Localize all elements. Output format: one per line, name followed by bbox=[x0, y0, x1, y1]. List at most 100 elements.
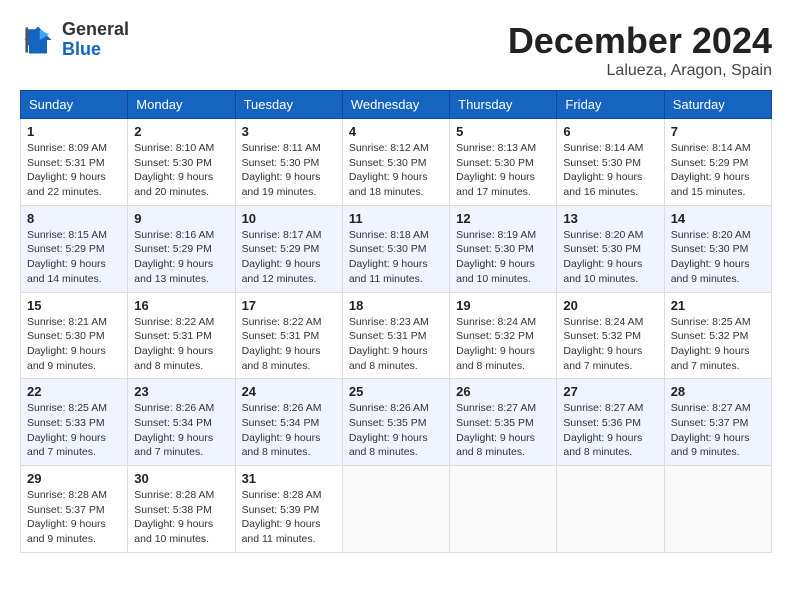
day-info: Sunrise: 8:28 AMSunset: 5:37 PMDaylight:… bbox=[27, 488, 121, 547]
day-number: 27 bbox=[563, 384, 657, 399]
day-info: Sunrise: 8:28 AMSunset: 5:39 PMDaylight:… bbox=[242, 488, 336, 547]
day-number: 15 bbox=[27, 298, 121, 313]
calendar-cell: 19Sunrise: 8:24 AMSunset: 5:32 PMDayligh… bbox=[450, 292, 557, 379]
day-number: 13 bbox=[563, 211, 657, 226]
weekday-row: SundayMondayTuesdayWednesdayThursdayFrid… bbox=[21, 91, 772, 119]
day-number: 10 bbox=[242, 211, 336, 226]
calendar-week-2: 8 Sunrise: 8:15 AMSunset: 5:29 PMDaylight… bbox=[21, 205, 772, 292]
day-info: Sunrise: 8:11 AMSunset: 5:30 PMDaylight:… bbox=[242, 141, 336, 200]
calendar-cell: 27 Sunrise: 8:27 AMSunset: 5:36 PMDayligh… bbox=[557, 379, 664, 466]
day-number: 18 bbox=[349, 298, 443, 313]
day-number: 8 bbox=[27, 211, 121, 226]
day-number: 12 bbox=[456, 211, 550, 226]
day-info: Sunrise: 8:10 AMSunset: 5:30 PMDaylight:… bbox=[134, 141, 228, 200]
day-info: Sunrise: 8:25 AMSunset: 5:33 PMDaylight:… bbox=[27, 401, 121, 460]
day-info: Sunrise: 8:09 AMSunset: 5:31 PMDaylight:… bbox=[27, 141, 121, 200]
day-info: Sunrise: 8:20 AMSunset: 5:30 PMDaylight:… bbox=[671, 228, 765, 287]
calendar-cell: 12 Sunrise: 8:19 AMSunset: 5:30 PMDayligh… bbox=[450, 205, 557, 292]
day-number: 5 bbox=[456, 124, 550, 139]
day-number: 30 bbox=[134, 471, 228, 486]
weekday-header-saturday: Saturday bbox=[664, 91, 771, 119]
weekday-header-thursday: Thursday bbox=[450, 91, 557, 119]
calendar-cell: 8 Sunrise: 8:15 AMSunset: 5:29 PMDaylight… bbox=[21, 205, 128, 292]
day-info: Sunrise: 8:14 AMSunset: 5:29 PMDaylight:… bbox=[671, 141, 765, 200]
title-block: December 2024 Lalueza, Aragon, Spain bbox=[508, 20, 772, 80]
page-header: General Blue December 2024 Lalueza, Arag… bbox=[20, 20, 772, 80]
day-number: 1 bbox=[27, 124, 121, 139]
calendar-cell: 5 Sunrise: 8:13 AMSunset: 5:30 PMDaylight… bbox=[450, 119, 557, 206]
day-number: 19 bbox=[456, 298, 550, 313]
day-info: Sunrise: 8:26 AMSunset: 5:34 PMDaylight:… bbox=[134, 401, 228, 460]
calendar-cell: 11Sunrise: 8:18 AMSunset: 5:30 PMDayligh… bbox=[342, 205, 449, 292]
day-number: 28 bbox=[671, 384, 765, 399]
calendar-cell: 17Sunrise: 8:22 AMSunset: 5:31 PMDayligh… bbox=[235, 292, 342, 379]
day-number: 20 bbox=[563, 298, 657, 313]
calendar-cell: 14 Sunrise: 8:20 AMSunset: 5:30 PMDayligh… bbox=[664, 205, 771, 292]
day-info: Sunrise: 8:16 AMSunset: 5:29 PMDaylight:… bbox=[134, 228, 228, 287]
calendar-cell: 28 Sunrise: 8:27 AMSunset: 5:37 PMDayligh… bbox=[664, 379, 771, 466]
day-number: 23 bbox=[134, 384, 228, 399]
logo: General Blue bbox=[20, 20, 129, 60]
day-info: Sunrise: 8:17 AMSunset: 5:29 PMDaylight:… bbox=[242, 228, 336, 287]
logo-blue: Blue bbox=[62, 40, 129, 60]
calendar-cell: 15 Sunrise: 8:21 AMSunset: 5:30 PMDayligh… bbox=[21, 292, 128, 379]
calendar-cell: 10 Sunrise: 8:17 AMSunset: 5:29 PMDayligh… bbox=[235, 205, 342, 292]
day-info: Sunrise: 8:18 AMSunset: 5:30 PMDaylight:… bbox=[349, 228, 443, 287]
calendar-cell: 30 Sunrise: 8:28 AMSunset: 5:38 PMDayligh… bbox=[128, 466, 235, 553]
day-info: Sunrise: 8:26 AMSunset: 5:34 PMDaylight:… bbox=[242, 401, 336, 460]
day-info: Sunrise: 8:23 AMSunset: 5:31 PMDaylight:… bbox=[349, 315, 443, 374]
day-info: Sunrise: 8:27 AMSunset: 5:37 PMDaylight:… bbox=[671, 401, 765, 460]
day-info: Sunrise: 8:12 AMSunset: 5:30 PMDaylight:… bbox=[349, 141, 443, 200]
calendar-cell: 9 Sunrise: 8:16 AMSunset: 5:29 PMDaylight… bbox=[128, 205, 235, 292]
calendar-table: SundayMondayTuesdayWednesdayThursdayFrid… bbox=[20, 90, 772, 553]
calendar-cell: 21Sunrise: 8:25 AMSunset: 5:32 PMDayligh… bbox=[664, 292, 771, 379]
day-number: 16 bbox=[134, 298, 228, 313]
calendar-cell: 13 Sunrise: 8:20 AMSunset: 5:30 PMDayligh… bbox=[557, 205, 664, 292]
day-info: Sunrise: 8:13 AMSunset: 5:30 PMDaylight:… bbox=[456, 141, 550, 200]
calendar-cell: 31 Sunrise: 8:28 AMSunset: 5:39 PMDayligh… bbox=[235, 466, 342, 553]
calendar-cell bbox=[342, 466, 449, 553]
weekday-header-tuesday: Tuesday bbox=[235, 91, 342, 119]
calendar-cell: 7 Sunrise: 8:14 AMSunset: 5:29 PMDaylight… bbox=[664, 119, 771, 206]
calendar-header: SundayMondayTuesdayWednesdayThursdayFrid… bbox=[21, 91, 772, 119]
day-info: Sunrise: 8:20 AMSunset: 5:30 PMDaylight:… bbox=[563, 228, 657, 287]
day-number: 29 bbox=[27, 471, 121, 486]
calendar-cell bbox=[450, 466, 557, 553]
weekday-header-wednesday: Wednesday bbox=[342, 91, 449, 119]
calendar-cell: 1 Sunrise: 8:09 AMSunset: 5:31 PMDaylight… bbox=[21, 119, 128, 206]
calendar-week-1: 1 Sunrise: 8:09 AMSunset: 5:31 PMDaylight… bbox=[21, 119, 772, 206]
calendar-cell bbox=[557, 466, 664, 553]
day-number: 6 bbox=[563, 124, 657, 139]
day-number: 31 bbox=[242, 471, 336, 486]
weekday-header-friday: Friday bbox=[557, 91, 664, 119]
day-number: 4 bbox=[349, 124, 443, 139]
day-number: 3 bbox=[242, 124, 336, 139]
day-info: Sunrise: 8:21 AMSunset: 5:30 PMDaylight:… bbox=[27, 315, 121, 374]
calendar-cell: 4 Sunrise: 8:12 AMSunset: 5:30 PMDaylight… bbox=[342, 119, 449, 206]
day-info: Sunrise: 8:15 AMSunset: 5:29 PMDaylight:… bbox=[27, 228, 121, 287]
day-number: 22 bbox=[27, 384, 121, 399]
calendar-cell: 18 Sunrise: 8:23 AMSunset: 5:31 PMDayligh… bbox=[342, 292, 449, 379]
day-info: Sunrise: 8:24 AMSunset: 5:32 PMDaylight:… bbox=[563, 315, 657, 374]
day-number: 14 bbox=[671, 211, 765, 226]
day-info: Sunrise: 8:25 AMSunset: 5:32 PMDaylight:… bbox=[671, 315, 765, 374]
day-info: Sunrise: 8:28 AMSunset: 5:38 PMDaylight:… bbox=[134, 488, 228, 547]
day-info: Sunrise: 8:19 AMSunset: 5:30 PMDaylight:… bbox=[456, 228, 550, 287]
day-info: Sunrise: 8:14 AMSunset: 5:30 PMDaylight:… bbox=[563, 141, 657, 200]
month-title: December 2024 bbox=[508, 20, 772, 62]
weekday-header-sunday: Sunday bbox=[21, 91, 128, 119]
calendar-cell: 26Sunrise: 8:27 AMSunset: 5:35 PMDayligh… bbox=[450, 379, 557, 466]
day-number: 2 bbox=[134, 124, 228, 139]
location: Lalueza, Aragon, Spain bbox=[508, 62, 772, 80]
calendar-body: 1 Sunrise: 8:09 AMSunset: 5:31 PMDaylight… bbox=[21, 119, 772, 553]
day-number: 9 bbox=[134, 211, 228, 226]
calendar-cell: 24 Sunrise: 8:26 AMSunset: 5:34 PMDayligh… bbox=[235, 379, 342, 466]
day-number: 7 bbox=[671, 124, 765, 139]
calendar-cell bbox=[664, 466, 771, 553]
calendar-cell: 29 Sunrise: 8:28 AMSunset: 5:37 PMDayligh… bbox=[21, 466, 128, 553]
day-info: Sunrise: 8:27 AMSunset: 5:36 PMDaylight:… bbox=[563, 401, 657, 460]
day-number: 24 bbox=[242, 384, 336, 399]
day-number: 17 bbox=[242, 298, 336, 313]
day-info: Sunrise: 8:22 AMSunset: 5:31 PMDaylight:… bbox=[134, 315, 228, 374]
calendar-cell: 22 Sunrise: 8:25 AMSunset: 5:33 PMDayligh… bbox=[21, 379, 128, 466]
